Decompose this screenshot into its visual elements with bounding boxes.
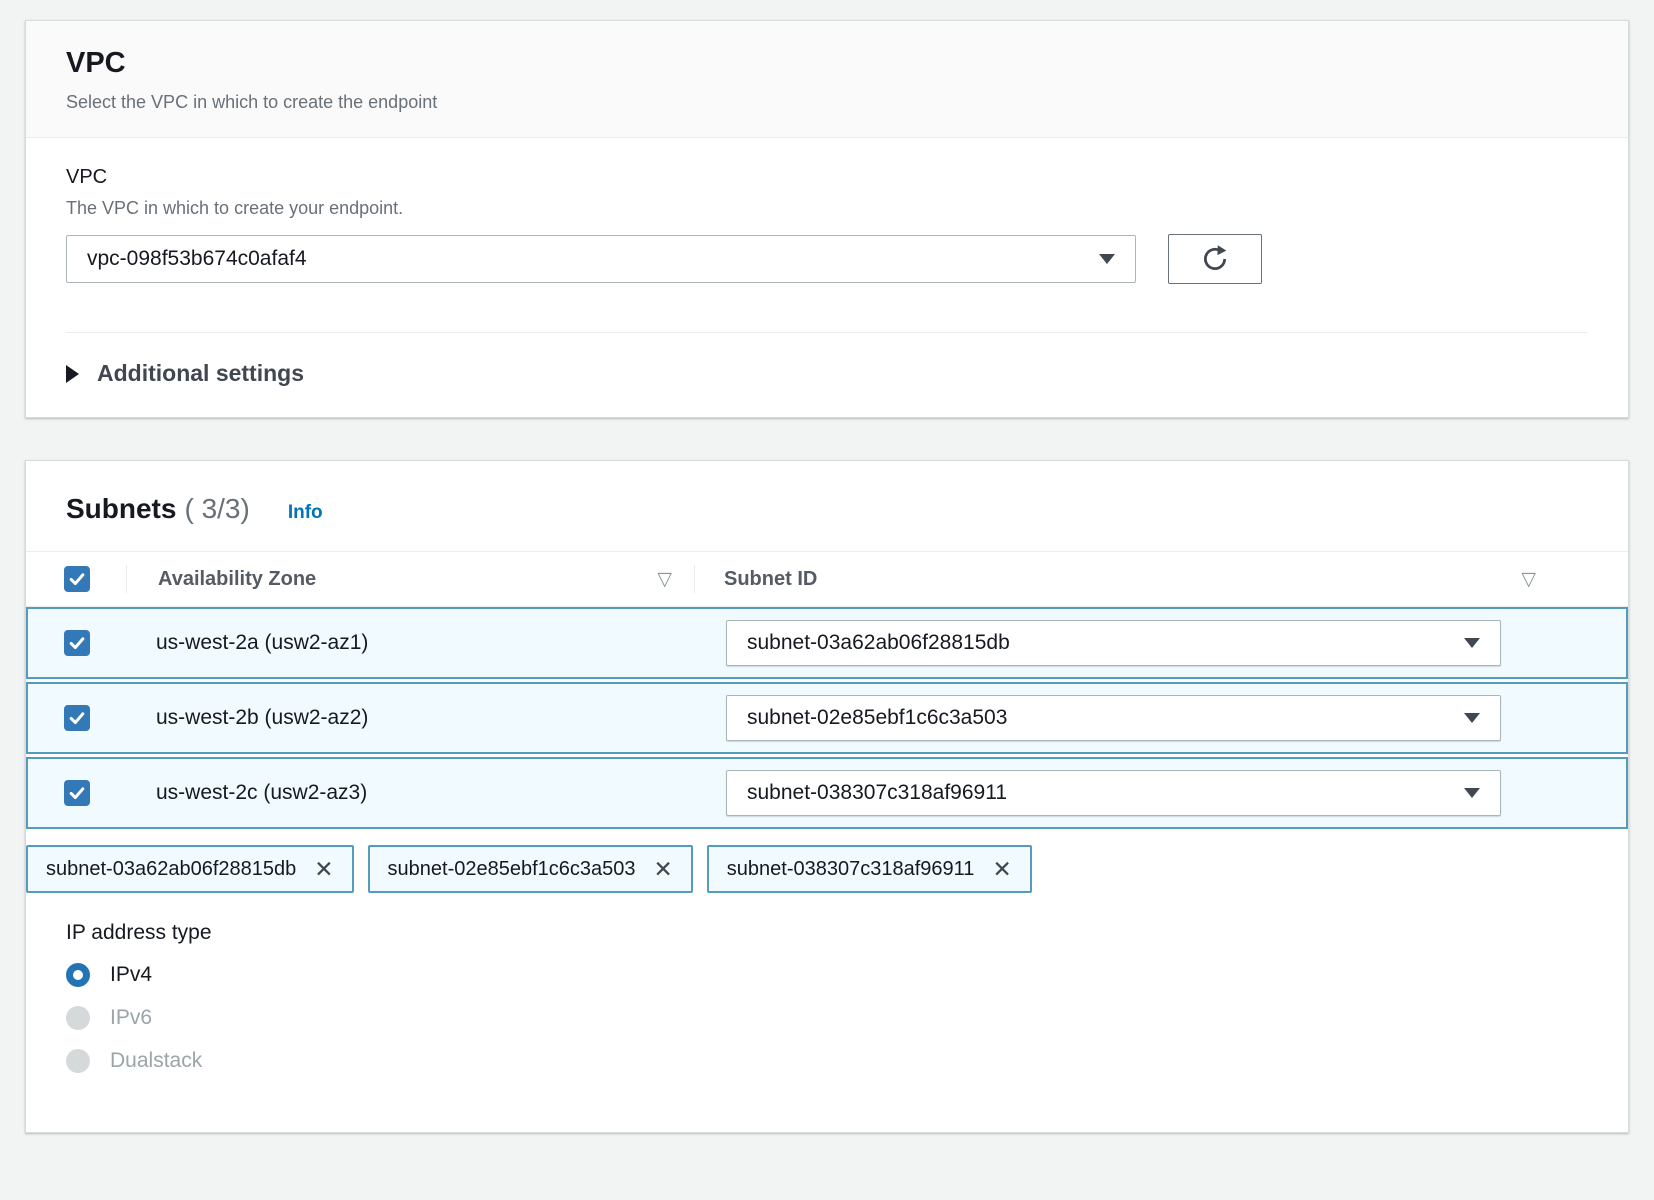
refresh-button[interactable] — [1168, 234, 1262, 284]
subnets-title-row: Subnets ( 3/3) Info — [26, 461, 1628, 551]
radio-label: IPv4 — [110, 963, 152, 987]
column-header-subnet-id: Subnet ID — [724, 568, 817, 591]
vpc-card-subtitle: Select the VPC in which to create the en… — [66, 92, 1588, 113]
vpc-card-body: VPC The VPC in which to create your endp… — [26, 138, 1628, 417]
subnet-id-value: subnet-038307c318af96911 — [747, 781, 1007, 805]
vpc-card-header: VPC Select the VPC in which to create th… — [26, 21, 1628, 138]
subnet-id-select[interactable]: subnet-02e85ebf1c6c3a503 — [726, 695, 1501, 741]
select-all-checkbox[interactable] — [64, 566, 90, 592]
vpc-select-value: vpc-098f53b674c0afaf4 — [87, 247, 307, 271]
radio-disabled-icon — [66, 1006, 90, 1030]
subnet-token-label: subnet-02e85ebf1c6c3a503 — [388, 858, 636, 881]
check-icon — [67, 633, 87, 653]
subnet-id-select[interactable]: subnet-038307c318af96911 — [726, 770, 1501, 816]
check-icon — [67, 708, 87, 728]
table-row: us-west-2a (usw2-az1) subnet-03a62ab06f2… — [26, 607, 1628, 679]
subnet-token: subnet-02e85ebf1c6c3a503 ✕ — [368, 845, 693, 893]
availability-zone-label: us-west-2b (usw2-az2) — [156, 706, 368, 730]
close-icon[interactable]: ✕ — [654, 858, 673, 881]
table-header-row: Availability Zone ▽ Subnet ID ▽ — [26, 551, 1628, 607]
row-checkbox[interactable] — [64, 705, 90, 731]
subnets-card: Subnets ( 3/3) Info Availability Zone ▽ S… — [25, 460, 1629, 1133]
table-row: us-west-2b (usw2-az2) subnet-02e85ebf1c6… — [26, 682, 1628, 754]
close-icon[interactable]: ✕ — [314, 858, 333, 881]
ip-address-type-label: IP address type — [66, 921, 1588, 945]
caret-down-icon — [1464, 638, 1480, 648]
caret-down-icon — [1464, 713, 1480, 723]
radio-selected-icon — [66, 963, 90, 987]
additional-settings-toggle[interactable]: Additional settings — [66, 333, 1588, 417]
close-icon[interactable]: ✕ — [992, 858, 1011, 881]
subnet-token-label: subnet-03a62ab06f28815db — [46, 858, 296, 881]
check-icon — [67, 783, 87, 803]
vpc-select[interactable]: vpc-098f53b674c0afaf4 — [66, 235, 1136, 283]
row-checkbox[interactable] — [64, 630, 90, 656]
radio-disabled-icon — [66, 1049, 90, 1073]
caret-down-icon — [1099, 254, 1115, 264]
radio-label: IPv6 — [110, 1006, 152, 1030]
radio-option-dualstack: Dualstack — [66, 1049, 1588, 1073]
radio-option-ipv4[interactable]: IPv4 — [66, 963, 1588, 987]
subnets-count: ( 3/3) — [184, 493, 249, 524]
info-link[interactable]: Info — [288, 502, 323, 524]
subnet-id-value: subnet-03a62ab06f28815db — [747, 631, 1010, 655]
vpc-field-label: VPC — [66, 166, 1588, 189]
page: VPC Select the VPC in which to create th… — [0, 0, 1654, 1133]
vpc-select-row: vpc-098f53b674c0afaf4 — [66, 234, 1588, 284]
row-checkbox[interactable] — [64, 780, 90, 806]
subnet-token: subnet-038307c318af96911 ✕ — [707, 845, 1032, 893]
radio-label: Dualstack — [110, 1049, 202, 1073]
subnet-id-select[interactable]: subnet-03a62ab06f28815db — [726, 620, 1501, 666]
column-header-availability-zone: Availability Zone — [158, 568, 316, 591]
vpc-card: VPC Select the VPC in which to create th… — [25, 20, 1629, 418]
sort-icon[interactable]: ▽ — [1521, 568, 1536, 591]
table-row: us-west-2c (usw2-az3) subnet-038307c318a… — [26, 757, 1628, 829]
radio-option-ipv6: IPv6 — [66, 1006, 1588, 1030]
caret-down-icon — [1464, 788, 1480, 798]
refresh-icon — [1200, 244, 1230, 274]
availability-zone-label: us-west-2a (usw2-az1) — [156, 631, 368, 655]
availability-zone-label: us-west-2c (usw2-az3) — [156, 781, 367, 805]
subnet-token: subnet-03a62ab06f28815db ✕ — [26, 845, 354, 893]
subnet-token-label: subnet-038307c318af96911 — [727, 858, 975, 881]
sort-icon[interactable]: ▽ — [657, 568, 672, 591]
subnet-token-group: subnet-03a62ab06f28815db ✕ subnet-02e85e… — [26, 845, 1628, 893]
additional-settings-label: Additional settings — [97, 360, 304, 387]
vpc-card-title: VPC — [66, 47, 1588, 80]
ip-address-type-section: IP address type IPv4 IPv6 Dualstack — [26, 893, 1628, 1132]
vpc-field-description: The VPC in which to create your endpoint… — [66, 198, 1588, 219]
check-icon — [67, 569, 87, 589]
expand-triangle-icon — [66, 365, 79, 383]
subnets-title: Subnets — [66, 493, 176, 524]
subnet-id-value: subnet-02e85ebf1c6c3a503 — [747, 706, 1007, 730]
